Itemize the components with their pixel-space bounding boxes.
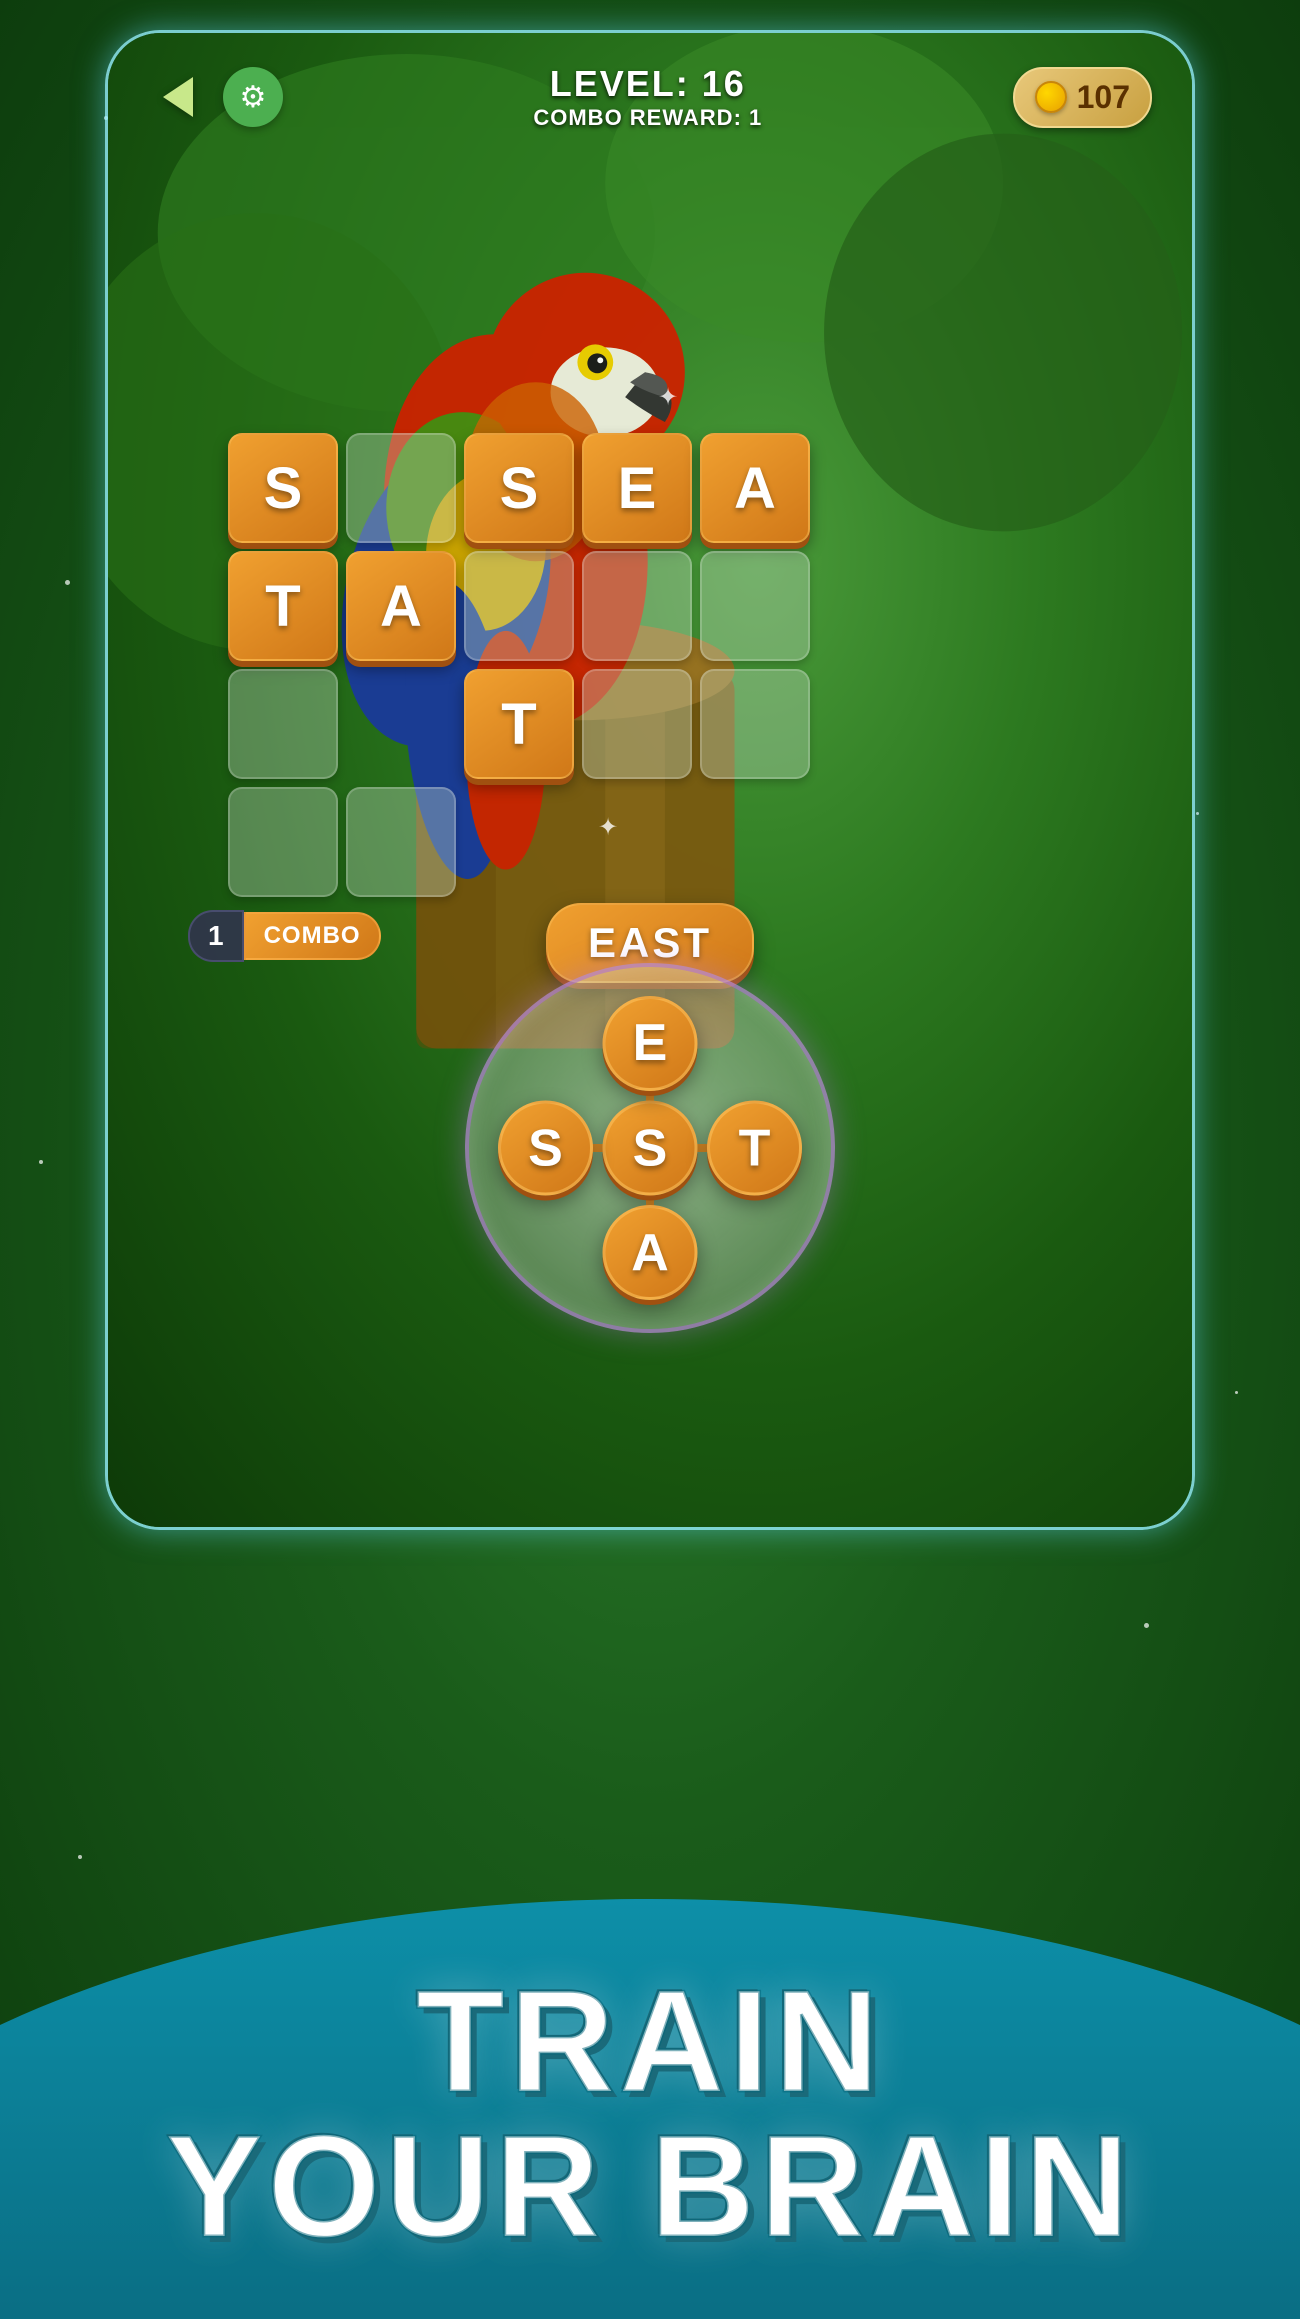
coin-icon: [1035, 81, 1067, 113]
combo-label: COMBO: [244, 912, 381, 960]
spinner-circle[interactable]: S E A S T: [465, 963, 835, 1333]
spinner-letter-bottom[interactable]: A: [603, 1205, 698, 1300]
bottom-text: TRAIN YOUR BRAIN: [0, 1969, 1300, 2259]
tile-a2: A: [346, 551, 456, 661]
spinner-letter-left[interactable]: S: [498, 1101, 593, 1196]
tile-empty-9: [346, 787, 456, 897]
tile-a1: A: [700, 433, 810, 543]
train-line1: TRAIN: [0, 1969, 1300, 2114]
header-center: LEVEL: 16 COMBO REWARD: 1: [533, 63, 762, 131]
tile-empty-1: [346, 433, 456, 543]
combo-number: 1: [188, 910, 244, 962]
tile-empty-8: [228, 787, 338, 897]
tile-t1: T: [228, 551, 338, 661]
combo-badge: 1 COMBO: [188, 910, 381, 962]
tile-t2: T: [464, 669, 574, 779]
spinner-container[interactable]: S E A S T: [465, 963, 835, 1333]
tile-e1: E: [582, 433, 692, 543]
tile-empty-5: [228, 669, 338, 779]
back-button[interactable]: [148, 67, 208, 127]
settings-button[interactable]: ⚙: [223, 67, 283, 127]
header-left: ⚙: [148, 67, 283, 127]
tile-empty-2: [464, 551, 574, 661]
tile-s1: S: [228, 433, 338, 543]
spinner-letter-center[interactable]: S: [603, 1101, 698, 1196]
tile-empty-7: [700, 669, 810, 779]
gear-icon: ⚙: [240, 80, 267, 115]
tile-empty-3: [582, 551, 692, 661]
spinner-letter-top[interactable]: E: [603, 996, 698, 1091]
phone-frame: ⚙ LEVEL: 16 COMBO REWARD: 1 107 S S E A …: [105, 30, 1195, 1530]
tile-empty-4: [700, 551, 810, 661]
coins-amount: 107: [1077, 79, 1130, 116]
header: ⚙ LEVEL: 16 COMBO REWARD: 1 107: [108, 63, 1192, 131]
combo-reward-label: COMBO REWARD: 1: [533, 105, 762, 131]
tile-empty-6: [582, 669, 692, 779]
train-line2: YOUR BRAIN: [0, 2114, 1300, 2259]
tiles-grid: S S E A T A T: [228, 433, 810, 897]
coins-badge: 107: [1013, 67, 1152, 128]
spinner-letter-right[interactable]: T: [707, 1101, 802, 1196]
back-arrow-icon: [163, 77, 193, 117]
tile-s2: S: [464, 433, 574, 543]
level-label: LEVEL: 16: [533, 63, 762, 105]
current-word: EAST: [588, 919, 712, 966]
